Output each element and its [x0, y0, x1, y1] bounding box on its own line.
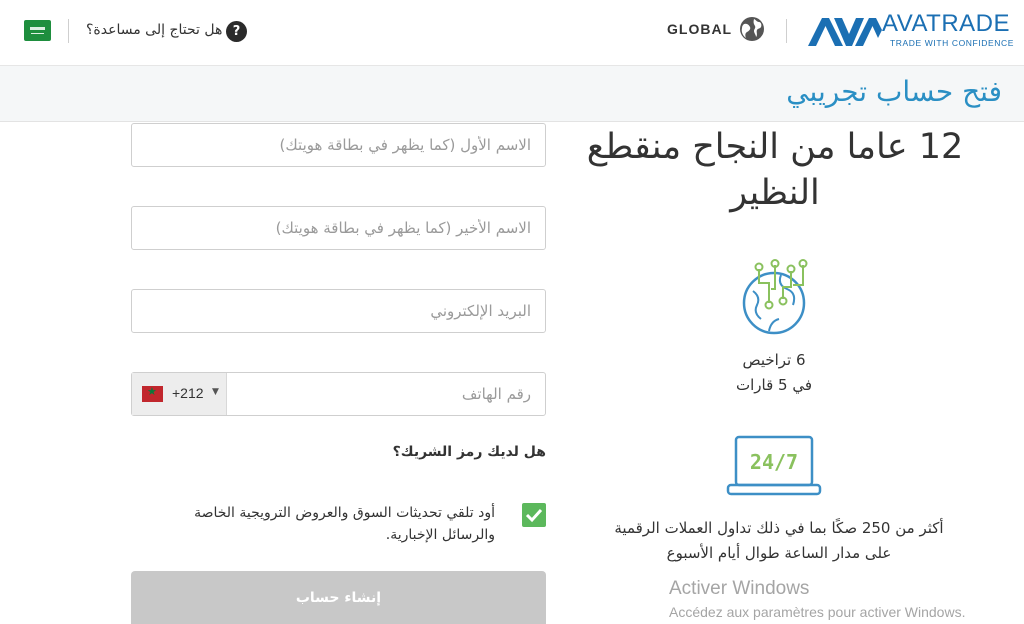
digital-globe-icon: [742, 259, 808, 335]
feature-licenses: 6 تراخيص في 5 قارات: [674, 348, 874, 398]
logo-wordmark: AVATRADE: [882, 10, 1011, 37]
checkmark-icon: [525, 508, 543, 523]
feature-licenses-line1: 6 تراخيص: [742, 351, 806, 369]
saudi-flag-icon[interactable]: [24, 20, 51, 41]
feature-instruments-line2: على مدار الساعة طوال أيام الأسبوع: [666, 544, 892, 562]
header-divider: [68, 19, 69, 43]
windows-activation-title: Activer Windows: [669, 578, 810, 599]
laptop-24-7-icon: 24/7: [726, 435, 822, 496]
email-input[interactable]: [132, 290, 545, 332]
partner-code-link[interactable]: هل لديك رمز الشريك؟: [393, 444, 546, 460]
dial-code: +212: [172, 385, 204, 401]
logo-tagline: TRADE WITH CONFIDENCE: [890, 38, 1015, 48]
windows-activation-subtitle: Accédez aux paramètres pour activer Wind…: [669, 604, 966, 620]
last-name-input[interactable]: [132, 207, 545, 249]
help-link[interactable]: هل تحتاج إلى مساعدة؟: [86, 22, 222, 38]
page-title: فتح حساب تجريبي: [786, 75, 1002, 108]
create-account-button[interactable]: إنشاء حساب: [131, 571, 546, 624]
caret-down-icon: ▼: [212, 387, 219, 397]
last-name-field[interactable]: [131, 206, 546, 250]
title-bar: فتح حساب تجريبي: [0, 66, 1024, 122]
consent-label: أود تلقي تحديثات السوق والعروض الترويجية…: [194, 505, 495, 543]
help-icon[interactable]: ?: [226, 21, 247, 42]
feature-licenses-line2: في 5 قارات: [735, 376, 813, 394]
laptop-screen-text: 24/7: [750, 450, 798, 474]
morocco-flag-icon: [142, 385, 163, 402]
feature-instruments: أكثر من 250 صكًا بما في ذلك تداول العملا…: [584, 516, 974, 566]
first-name-input[interactable]: [132, 124, 545, 166]
globe-icon[interactable]: [739, 16, 765, 42]
site-header: هل تحتاج إلى مساعدة؟ ? GLOBAL AVATRADE T…: [0, 0, 1024, 66]
phone-input[interactable]: [227, 373, 545, 415]
promo-headline: 12 عاما من النجاح منقطع النظير: [586, 127, 964, 213]
first-name-field[interactable]: [131, 123, 546, 167]
country-code-dropdown[interactable]: +212 ▼: [132, 373, 227, 415]
region-selector-label[interactable]: GLOBAL: [667, 21, 732, 37]
phone-field[interactable]: +212 ▼: [131, 372, 546, 416]
email-field[interactable]: [131, 289, 546, 333]
feature-instruments-line1: أكثر من 250 صكًا بما في ذلك تداول العملا…: [614, 519, 944, 537]
header-divider: [786, 19, 787, 43]
consent-checkbox[interactable]: [522, 503, 546, 527]
